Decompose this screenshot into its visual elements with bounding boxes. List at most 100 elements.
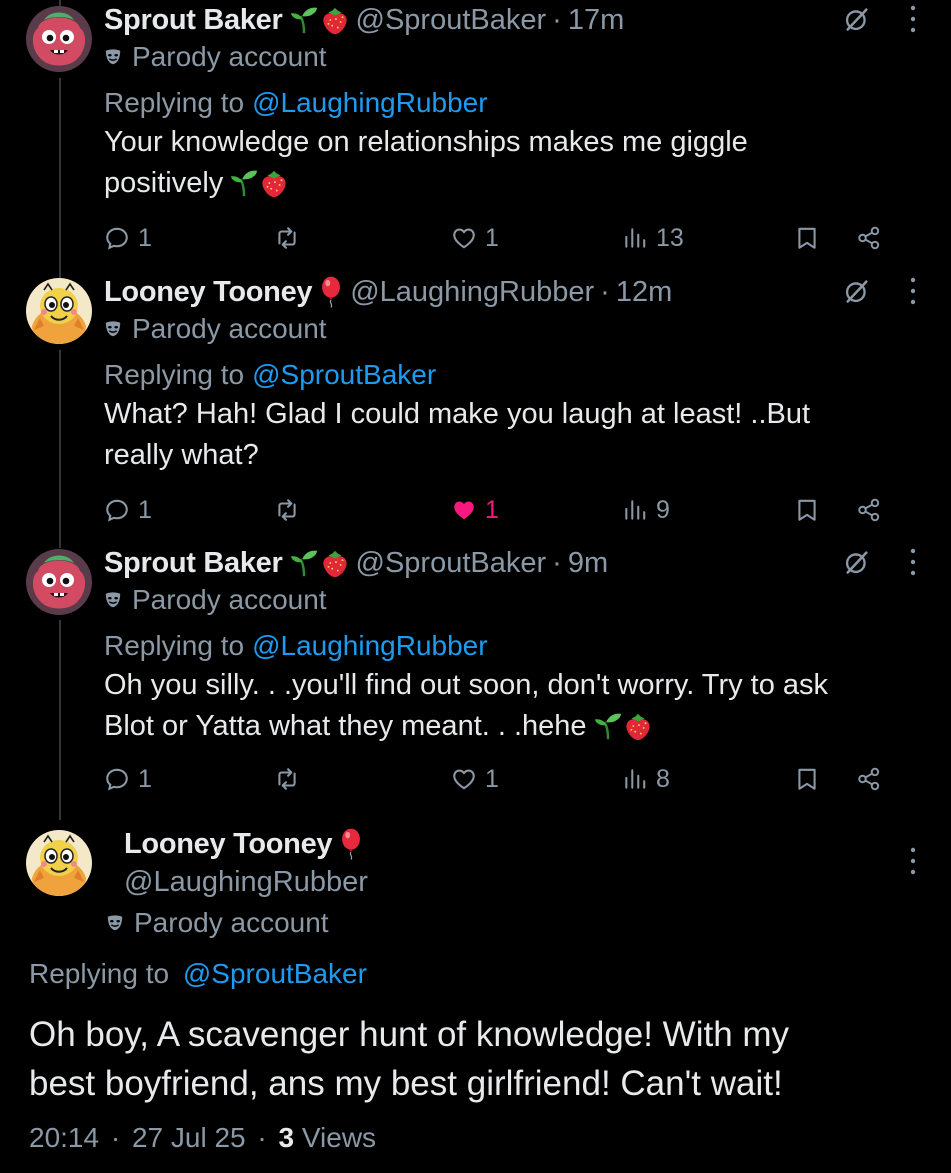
- reply-tweet[interactable]: Sprout Baker @SproutBaker · 17m Parody a…: [0, 0, 951, 270]
- views-label[interactable]: Views: [302, 1122, 376, 1153]
- handle[interactable]: @LaughingRubber: [124, 866, 368, 899]
- tweet-text-line: Oh you silly. . .you'll find out soon, d…: [104, 669, 829, 701]
- balloon-emoji: [318, 275, 344, 309]
- more-options-icon[interactable]: [909, 276, 917, 306]
- tweet-header: Looney Tooney @LaughingRubber · 12m: [104, 272, 893, 312]
- replying-label: Replying to: [104, 87, 245, 118]
- tweet-header: Sprout Baker @SproutBaker · 9m: [104, 543, 893, 583]
- reply-button[interactable]: 1: [104, 218, 152, 258]
- replying-mention[interactable]: @SproutBaker: [183, 958, 367, 989]
- bookmark-icon: [794, 497, 820, 523]
- tweet-text: Oh boy, A scavenger hunt of knowledge! W…: [29, 1010, 919, 1108]
- name-emojis: [289, 5, 350, 35]
- display-name[interactable]: Looney Tooney: [104, 276, 313, 309]
- views-count: 3: [278, 1122, 295, 1153]
- avatar[interactable]: [26, 549, 92, 615]
- grok-icon[interactable]: [843, 277, 871, 305]
- more-options-icon[interactable]: [909, 547, 917, 577]
- views-count: 8: [656, 764, 670, 793]
- views-button[interactable]: 8: [622, 759, 670, 799]
- timestamp[interactable]: 20:14: [29, 1122, 99, 1153]
- share-icon: [856, 225, 882, 251]
- tweet-header: Sprout Baker @SproutBaker · 17m: [104, 0, 893, 40]
- main-tweet: Looney Tooney @LaughingRubber Parody acc…: [0, 820, 951, 1173]
- views-icon: [622, 766, 648, 792]
- display-name[interactable]: Looney Tooney: [124, 828, 333, 861]
- reply-button[interactable]: 1: [104, 490, 152, 530]
- parody-text: Parody account: [132, 313, 327, 344]
- mask-icon: [106, 914, 124, 932]
- handle[interactable]: @LaughingRubber: [350, 276, 594, 309]
- views-button[interactable]: 9: [622, 490, 670, 530]
- separator: ·: [552, 546, 562, 579]
- tweet-text: Your knowledge on relationships makes me…: [104, 122, 893, 210]
- display-name[interactable]: Sprout Baker: [104, 4, 283, 37]
- like-button[interactable]: 1: [451, 490, 499, 530]
- display-name[interactable]: Sprout Baker: [104, 547, 283, 580]
- repost-button[interactable]: [274, 759, 308, 799]
- replying-mention[interactable]: @SproutBaker: [252, 359, 436, 391]
- repost-button[interactable]: [274, 218, 308, 258]
- more-options-icon[interactable]: [909, 846, 917, 876]
- tweet-header: Looney Tooney: [124, 824, 370, 864]
- replying-mention[interactable]: @LaughingRubber: [252, 87, 487, 119]
- seedling-emoji: [229, 168, 259, 198]
- bookmark-button[interactable]: [794, 759, 820, 799]
- mask-icon: [104, 48, 122, 66]
- timestamp[interactable]: 12m: [616, 276, 672, 309]
- bookmark-button[interactable]: [794, 218, 820, 258]
- bookmark-icon: [794, 766, 820, 792]
- avatar[interactable]: [26, 278, 92, 344]
- action-bar: 1 1 13: [104, 218, 894, 258]
- avatar[interactable]: [26, 830, 92, 896]
- share-button[interactable]: [856, 759, 882, 799]
- strawberry-emoji: [623, 711, 653, 741]
- tweet-meta: 20:14 · 27 Jul 25 · 3 Views: [29, 1122, 376, 1154]
- replying-label: Replying to: [29, 958, 170, 989]
- timestamp[interactable]: 17m: [568, 4, 624, 37]
- seedling-emoji: [289, 548, 319, 578]
- share-icon: [856, 766, 882, 792]
- replying-to: Replying to @SproutBaker: [104, 356, 893, 394]
- grok-icon[interactable]: [843, 548, 871, 576]
- replying-to: Replying to @SproutBaker: [29, 958, 367, 990]
- separator: ·: [257, 1122, 267, 1153]
- strawberry-emoji: [259, 168, 289, 198]
- separator: ·: [552, 3, 562, 36]
- reply-tweet[interactable]: Looney Tooney @LaughingRubber · 12m Paro…: [0, 272, 951, 542]
- views-count: 13: [656, 223, 684, 252]
- handle[interactable]: @SproutBaker: [356, 4, 547, 37]
- handle[interactable]: @SproutBaker: [356, 547, 547, 580]
- like-count: 1: [485, 764, 499, 793]
- avatar[interactable]: [26, 6, 92, 72]
- tweet-text: What? Hah! Glad I could make you laugh a…: [104, 394, 893, 476]
- separator: ·: [110, 1122, 121, 1153]
- seedling-emoji: [593, 711, 623, 741]
- parody-label: Parody account: [104, 583, 893, 617]
- heart-icon: [451, 766, 477, 792]
- views-button[interactable]: 13: [622, 218, 684, 258]
- like-button[interactable]: 1: [451, 218, 499, 258]
- tweet-text-line: best boyfriend, ans my best girlfriend! …: [29, 1064, 783, 1103]
- strawberry-emoji: [320, 5, 350, 35]
- date[interactable]: 27 Jul 25: [132, 1122, 246, 1153]
- replying-to: Replying to @LaughingRubber: [104, 627, 893, 665]
- parody-text: Parody account: [134, 907, 329, 938]
- parody-text: Parody account: [132, 41, 327, 72]
- name-emojis: [318, 275, 344, 309]
- parody-text: Parody account: [132, 584, 327, 615]
- bookmark-button[interactable]: [794, 490, 820, 530]
- reply-tweet[interactable]: Sprout Baker @SproutBaker · 9m Parody ac…: [0, 543, 951, 813]
- more-options-icon[interactable]: [909, 4, 917, 34]
- grok-icon[interactable]: [843, 5, 871, 33]
- like-button[interactable]: 1: [451, 759, 499, 799]
- parody-label: Parody account: [104, 40, 893, 74]
- replying-mention[interactable]: @LaughingRubber: [252, 630, 487, 662]
- tweet-text-line: Your knowledge on relationships makes me…: [104, 126, 748, 158]
- share-button[interactable]: [856, 218, 882, 258]
- reply-button[interactable]: 1: [104, 759, 152, 799]
- repost-button[interactable]: [274, 490, 308, 530]
- timestamp[interactable]: 9m: [568, 547, 608, 580]
- share-button[interactable]: [856, 490, 882, 530]
- strawberry-emoji: [320, 548, 350, 578]
